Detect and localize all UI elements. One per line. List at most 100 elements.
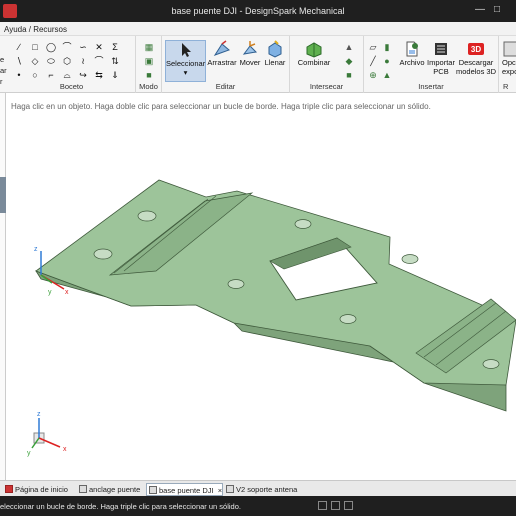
- 3d-viewport[interactable]: Haga clic en un objeto. Haga doble clic …: [6, 93, 516, 480]
- split-face-icon[interactable]: ◆: [344, 56, 354, 66]
- document-tabs: Página de inicio anclage puente base pue…: [0, 480, 516, 496]
- status-indicator-icon[interactable]: [344, 501, 353, 510]
- shell-insert-icon[interactable]: ▲: [382, 70, 392, 80]
- spline-tool-icon[interactable]: ∽: [78, 42, 88, 52]
- line-tool-icon[interactable]: ∕: [14, 42, 24, 52]
- circle-tool-icon[interactable]: ◯: [46, 42, 56, 52]
- project-face-icon[interactable]: ■: [344, 70, 354, 80]
- cube-y-label: y: [27, 450, 31, 457]
- status-indicator-icon[interactable]: [318, 501, 327, 510]
- mount-hole[interactable]: [93, 248, 113, 260]
- file-insert-icon: [406, 41, 418, 57]
- mover-button[interactable]: Mover: [238, 40, 262, 67]
- plane-insert-icon[interactable]: ▱: [368, 42, 378, 52]
- group-intersecar: Combinar ▲ ◆ ■ Intersecar: [290, 36, 364, 93]
- document-icon: [79, 485, 87, 493]
- seleccionar-label: Seleccionar: [166, 59, 206, 68]
- mount-hole[interactable]: [294, 219, 312, 229]
- ellipse-tool-icon[interactable]: ⬭: [46, 56, 56, 66]
- group-opciones: Opc expo R: [499, 36, 516, 93]
- mount-hole[interactable]: [339, 314, 357, 324]
- tangent-arc-icon[interactable]: ≀: [78, 56, 88, 66]
- mirror-tool-icon[interactable]: ⇆: [94, 70, 104, 80]
- group-modo: ▦ ▣ ■ Modo: [136, 36, 162, 93]
- mount-hole[interactable]: [401, 254, 419, 264]
- ribbon: e ar r ∕ □ ◯ ⌒ ∽ ✕ Σ ∖ ◇ ⬭ ⬡ ≀ ⌒ ⇅ • ○ ⌐…: [0, 36, 516, 93]
- tab-label: base puente DJI: [159, 486, 214, 495]
- tab-pagina-de-inicio[interactable]: Página de inicio: [3, 483, 68, 496]
- combinar-button[interactable]: Combinar: [294, 40, 334, 67]
- view-cube-triad[interactable]: z x y: [27, 411, 67, 457]
- archivo-label: Archivo: [399, 58, 425, 67]
- importar-pcb-button[interactable]: Importar PCB: [427, 40, 455, 76]
- arrastrar-button[interactable]: Arrastrar: [207, 40, 237, 67]
- seleccionar-button[interactable]: Seleccionar ▾: [165, 40, 206, 82]
- archivo-button[interactable]: Archivo: [398, 40, 426, 67]
- home-icon: [5, 485, 13, 493]
- 3d-download-icon: 3D: [468, 43, 484, 55]
- cube-z-label: z: [37, 411, 41, 418]
- window-title: base puente DJI - DesignSpark Mechanical: [171, 6, 345, 16]
- rotated-rectangle-icon[interactable]: ◇: [30, 56, 40, 66]
- menu-bar: Ayuda / Recursos: [0, 22, 516, 36]
- fillet-tool-icon[interactable]: ⌒: [94, 56, 104, 66]
- ribbon-cut-label: r: [0, 77, 3, 86]
- split-body-icon[interactable]: ▲: [344, 42, 354, 52]
- arrastrar-label: Arrastrar: [207, 58, 237, 67]
- mount-hole[interactable]: [227, 279, 245, 289]
- arc-tool-icon[interactable]: ⌒: [62, 42, 72, 52]
- pcb-import-icon: [435, 43, 447, 55]
- cylinder-insert-icon[interactable]: ▮: [382, 42, 392, 52]
- triad-y-label: y: [48, 289, 52, 296]
- mount-hole[interactable]: [137, 210, 157, 222]
- sphere-insert-icon[interactable]: ●: [382, 56, 392, 66]
- construction-line-icon[interactable]: ∖: [14, 56, 24, 66]
- three-point-arc-icon[interactable]: ⌐: [46, 70, 56, 80]
- sketch-mode-icon[interactable]: ▦: [144, 42, 154, 52]
- opciones-exportar-button[interactable]: Opc expo: [502, 40, 516, 76]
- rectangle-tool-icon[interactable]: □: [30, 42, 40, 52]
- tab-v2-soporte-antena[interactable]: V2 soporte antena: [224, 483, 297, 496]
- modelos-3d-label: modelos 3D: [456, 67, 497, 76]
- descargar-modelos-button[interactable]: 3D Descargar modelos 3D: [456, 40, 496, 76]
- tab-base-puente-dji[interactable]: base puente DJI ×: [146, 483, 224, 496]
- mount-hole[interactable]: [482, 359, 500, 369]
- svg-text:3D: 3D: [471, 45, 481, 54]
- combine-tool-icon: [306, 42, 322, 58]
- importar-label: Importar: [427, 58, 455, 67]
- descargar-label: Descargar: [458, 58, 494, 67]
- minimize-icon[interactable]: —: [472, 3, 488, 17]
- group-label-modo: Modo: [139, 82, 158, 91]
- opciones-label: Opc: [502, 58, 516, 67]
- tab-anclage-puente[interactable]: anclage puente: [77, 483, 140, 496]
- origin-insert-icon[interactable]: ⊕: [368, 70, 378, 80]
- status-indicator-icon[interactable]: [331, 501, 340, 510]
- axis-insert-icon[interactable]: ╱: [368, 56, 378, 66]
- bend-tool-icon[interactable]: ↪: [78, 70, 88, 80]
- llenar-label: Llenar: [264, 58, 286, 67]
- point-tool-icon[interactable]: •: [14, 70, 24, 80]
- pcb-label: PCB: [433, 67, 449, 76]
- group-label-intersecar: Intersecar: [309, 82, 344, 91]
- exportar-label: expo: [502, 67, 516, 76]
- dropdown-arrow-icon[interactable]: ▾: [166, 69, 205, 77]
- section-mode-icon[interactable]: ▣: [144, 56, 154, 66]
- cursor-arrow-icon: [181, 43, 191, 57]
- project-tool-icon[interactable]: ⇓: [110, 70, 120, 80]
- combinar-label: Combinar: [297, 58, 331, 67]
- menu-item-ayuda-recursos[interactable]: Ayuda / Recursos: [4, 25, 67, 34]
- group-label-editar: Editar: [215, 82, 236, 91]
- cad-model[interactable]: z x y z x y: [6, 93, 516, 480]
- 3d-mode-icon[interactable]: ■: [144, 70, 154, 80]
- offset-tool-icon[interactable]: ⇅: [110, 56, 120, 66]
- sigma-tool-icon[interactable]: Σ: [110, 42, 120, 52]
- llenar-button[interactable]: Llenar: [263, 40, 287, 67]
- tab-label: Página de inicio: [15, 485, 68, 494]
- three-point-circle-icon[interactable]: ○: [30, 70, 40, 80]
- maximize-icon[interactable]: □: [489, 3, 505, 17]
- polygon-tool-icon[interactable]: ⬡: [62, 56, 72, 66]
- close-tab-icon[interactable]: ×: [218, 486, 222, 495]
- trim-tool-icon[interactable]: ✕: [94, 42, 104, 52]
- sweep-arc-icon[interactable]: ⌓: [62, 70, 72, 80]
- group-label-boceto: Boceto: [59, 82, 84, 91]
